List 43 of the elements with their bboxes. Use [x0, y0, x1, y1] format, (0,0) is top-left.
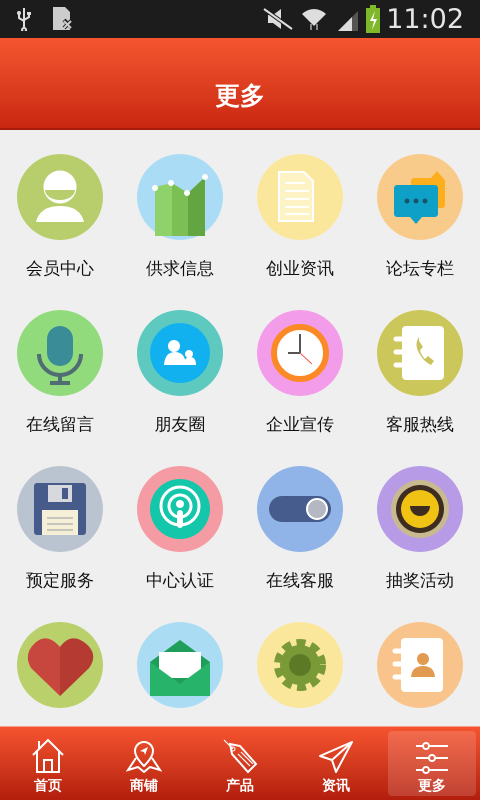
menu-label[interactable]: 会员中心 [26, 259, 94, 279]
menu-label[interactable]: 客服热线 [386, 415, 454, 435]
bar-chart-icon[interactable] [137, 154, 223, 240]
menu-label[interactable]: 创业资讯 [266, 259, 334, 279]
page-title: 更多 [215, 80, 265, 112]
tab-button[interactable]: 首页 [4, 731, 92, 796]
menu-label[interactable]: 抽奖活动 [386, 571, 454, 591]
gear-icon[interactable] [257, 622, 343, 708]
price-tag-icon [222, 738, 258, 774]
menu-label[interactable]: 供求信息 [146, 259, 214, 279]
menu-label[interactable]: 中心认证 [146, 571, 214, 591]
chat-bubbles-icon[interactable] [377, 154, 463, 240]
usb-icon [16, 7, 32, 31]
sliders-icon [414, 742, 450, 774]
paper-plane-icon [318, 740, 354, 774]
people-icon[interactable] [137, 310, 223, 396]
sim-card-icon [52, 6, 74, 32]
home-icon [31, 738, 65, 774]
tab-button[interactable]: 资讯 [292, 731, 380, 796]
broadcast-icon[interactable] [137, 466, 223, 552]
menu-label[interactable]: 企业宣传 [266, 415, 334, 435]
status-time: 11:02 [386, 6, 464, 32]
tab-button[interactable]: 产品 [196, 731, 284, 796]
coin-icon[interactable] [377, 466, 463, 552]
floppy-disk-icon[interactable] [17, 466, 103, 552]
person-icon[interactable] [17, 154, 103, 240]
menu-label[interactable]: 在线客服 [266, 571, 334, 591]
clock-icon[interactable] [257, 310, 343, 396]
battery-icon [366, 5, 380, 33]
tab-button[interactable]: 更多 [388, 731, 476, 796]
map-pin-icon [126, 740, 162, 774]
wifi-icon [300, 6, 328, 32]
menu-label[interactable]: 预定服务 [26, 571, 94, 591]
envelope-icon[interactable] [137, 622, 223, 708]
mute-icon [262, 7, 294, 31]
phone-book-icon[interactable] [377, 310, 463, 396]
menu-label[interactable]: 朋友圈 [154, 415, 206, 435]
contact-book-icon[interactable] [377, 622, 463, 708]
tab-button[interactable]: 商铺 [100, 731, 188, 796]
menu-label[interactable]: 在线留言 [26, 415, 94, 435]
toggle-switch-icon[interactable] [257, 466, 343, 552]
menu-label[interactable]: 论坛专栏 [386, 259, 454, 279]
microphone-icon[interactable] [17, 310, 103, 396]
